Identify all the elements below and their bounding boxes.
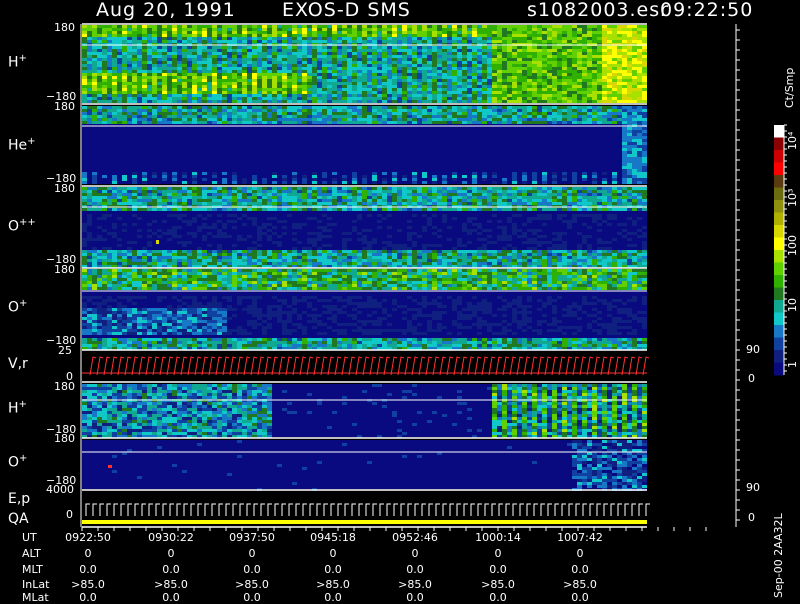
panel-label-h-plus: H+: [8, 52, 27, 70]
tick-p5-top: 25: [58, 345, 72, 356]
colorbar-seg-18: [774, 350, 784, 363]
colorbar-seg-16: [774, 325, 784, 338]
qa-bar: [82, 520, 647, 524]
footer-value-ut-1: 0930:22: [141, 532, 201, 543]
footer-value-mlt-0: 0.0: [58, 564, 118, 575]
right-tick-p8-bottom: 0: [748, 512, 755, 523]
footer-value-inlat-6: >85.0: [550, 579, 610, 590]
footer-label-ut: UT: [22, 532, 37, 543]
footer-value-ut-5: 1000:14: [468, 532, 528, 543]
tick-p8-bottom: 0: [66, 509, 73, 520]
panel-cells-0: [82, 25, 647, 103]
footer-value-alt-3: 0: [303, 548, 363, 559]
footer-label-alt: ALT: [22, 548, 41, 559]
footer-value-inlat-5: >85.0: [468, 579, 528, 590]
red-blob-1: [108, 465, 112, 468]
footer-value-inlat-3: >85.0: [303, 579, 363, 590]
footer-value-inlat-0: >85.0: [58, 579, 118, 590]
footer-value-alt-6: 0: [550, 548, 610, 559]
footer-value-ut-3: 0945:18: [303, 532, 363, 543]
colorbar-label-1e3: 10³: [786, 189, 799, 207]
colorbar-seg-14: [774, 300, 784, 313]
footer-value-inlat-2: >85.0: [222, 579, 282, 590]
footer-value-mlt-2: 0.0: [222, 564, 282, 575]
colorbar-seg-10: [774, 250, 784, 263]
colorbar-label-100: 100: [786, 235, 799, 256]
colorbar-seg-17: [774, 338, 784, 351]
right-tick-p5-bottom: 0: [748, 373, 755, 384]
colorbar-seg-5: [774, 188, 784, 201]
footer-label-mlat: MLat: [22, 592, 49, 603]
colorbar-seg-8: [774, 225, 784, 238]
panel-label-qa: QA: [8, 512, 29, 526]
colorbar-seg-9: [774, 238, 784, 251]
footer-value-mlat-3: 0.0: [303, 592, 363, 603]
tick-p2-top: 180: [54, 101, 75, 112]
panel-label-ep: E,p: [8, 492, 30, 506]
footer-value-inlat-4: >85.0: [385, 579, 445, 590]
footer-value-mlt-3: 0.0: [303, 564, 363, 575]
footer-value-mlt-4: 0.0: [385, 564, 445, 575]
colorbar-label-1: 1: [786, 361, 799, 368]
spectrogram-plot: [0, 0, 800, 600]
panel-bg-6: [82, 440, 647, 489]
footer-value-mlat-0: 0.0: [58, 592, 118, 603]
tick-p6-top: 180: [54, 381, 75, 392]
panel-label-o-plus: O+: [8, 297, 27, 315]
footer-value-mlat-5: 0.0: [468, 592, 528, 603]
tick-p4-top: 180: [54, 264, 75, 275]
colorbar-label-10: 10: [786, 298, 799, 312]
footer-label-inlat: InLat: [22, 579, 49, 590]
colorbar-seg-2: [774, 150, 784, 163]
colorbar-seg-1: [774, 138, 784, 151]
footer-value-ut-2: 0937:50: [222, 532, 282, 543]
colorbar-seg-3: [774, 163, 784, 176]
colorbar-seg-0: [774, 125, 784, 138]
tick-p7-top: 180: [54, 433, 75, 444]
colorbar-seg-6: [774, 200, 784, 213]
panel-label-o-plus-2: O+: [8, 452, 27, 470]
panel-label-o-plus-plus: O++: [8, 216, 36, 234]
colorbar-seg-12: [774, 275, 784, 288]
right-tick-p8-top: 90: [746, 482, 760, 493]
footer-label-mlt: MLT: [22, 564, 43, 575]
panel-label-he-plus: He+: [8, 135, 36, 153]
footer-value-alt-0: 0: [58, 548, 118, 559]
yellow-blob: [156, 240, 159, 244]
colorbar-unit: Ct/Smp: [783, 68, 796, 108]
footer-value-mlt-5: 0.0: [468, 564, 528, 575]
footer-value-mlt-1: 0.0: [141, 564, 201, 575]
footer-value-ut-0: 0922:50: [58, 532, 118, 543]
footer-value-mlat-4: 0.0: [385, 592, 445, 603]
right-tick-p5-top: 90: [746, 344, 760, 355]
footer-value-alt-5: 0: [468, 548, 528, 559]
footer-value-mlt-6: 0.0: [550, 564, 610, 575]
tick-p1-top: 180: [54, 22, 75, 33]
footer-value-mlat-2: 0.0: [222, 592, 282, 603]
panel-label-vr: V,r: [8, 357, 28, 371]
version-stamp: Sep-00 2AA32L: [772, 513, 785, 598]
footer-value-ut-4: 0952:46: [385, 532, 445, 543]
tick-p8-top: 4000: [46, 484, 74, 495]
colorbar-seg-7: [774, 213, 784, 226]
footer-value-inlat-1: >85.0: [141, 579, 201, 590]
footer-value-alt-1: 0: [141, 548, 201, 559]
colorbar-seg-19: [774, 363, 784, 376]
colorbar-seg-4: [774, 175, 784, 188]
panel-label-h-plus-2: H+: [8, 398, 27, 416]
footer-value-mlat-1: 0.0: [141, 592, 201, 603]
colorbar-seg-13: [774, 288, 784, 301]
footer-value-ut-6: 1007:42: [550, 532, 610, 543]
footer-value-alt-4: 0: [385, 548, 445, 559]
colorbar-seg-11: [774, 263, 784, 276]
footer-value-mlat-6: 0.0: [550, 592, 610, 603]
colorbar-label-1e4: 10⁴: [786, 132, 799, 150]
tick-p3-top: 180: [54, 183, 75, 194]
colorbar-seg-15: [774, 313, 784, 326]
footer-value-alt-2: 0: [222, 548, 282, 559]
